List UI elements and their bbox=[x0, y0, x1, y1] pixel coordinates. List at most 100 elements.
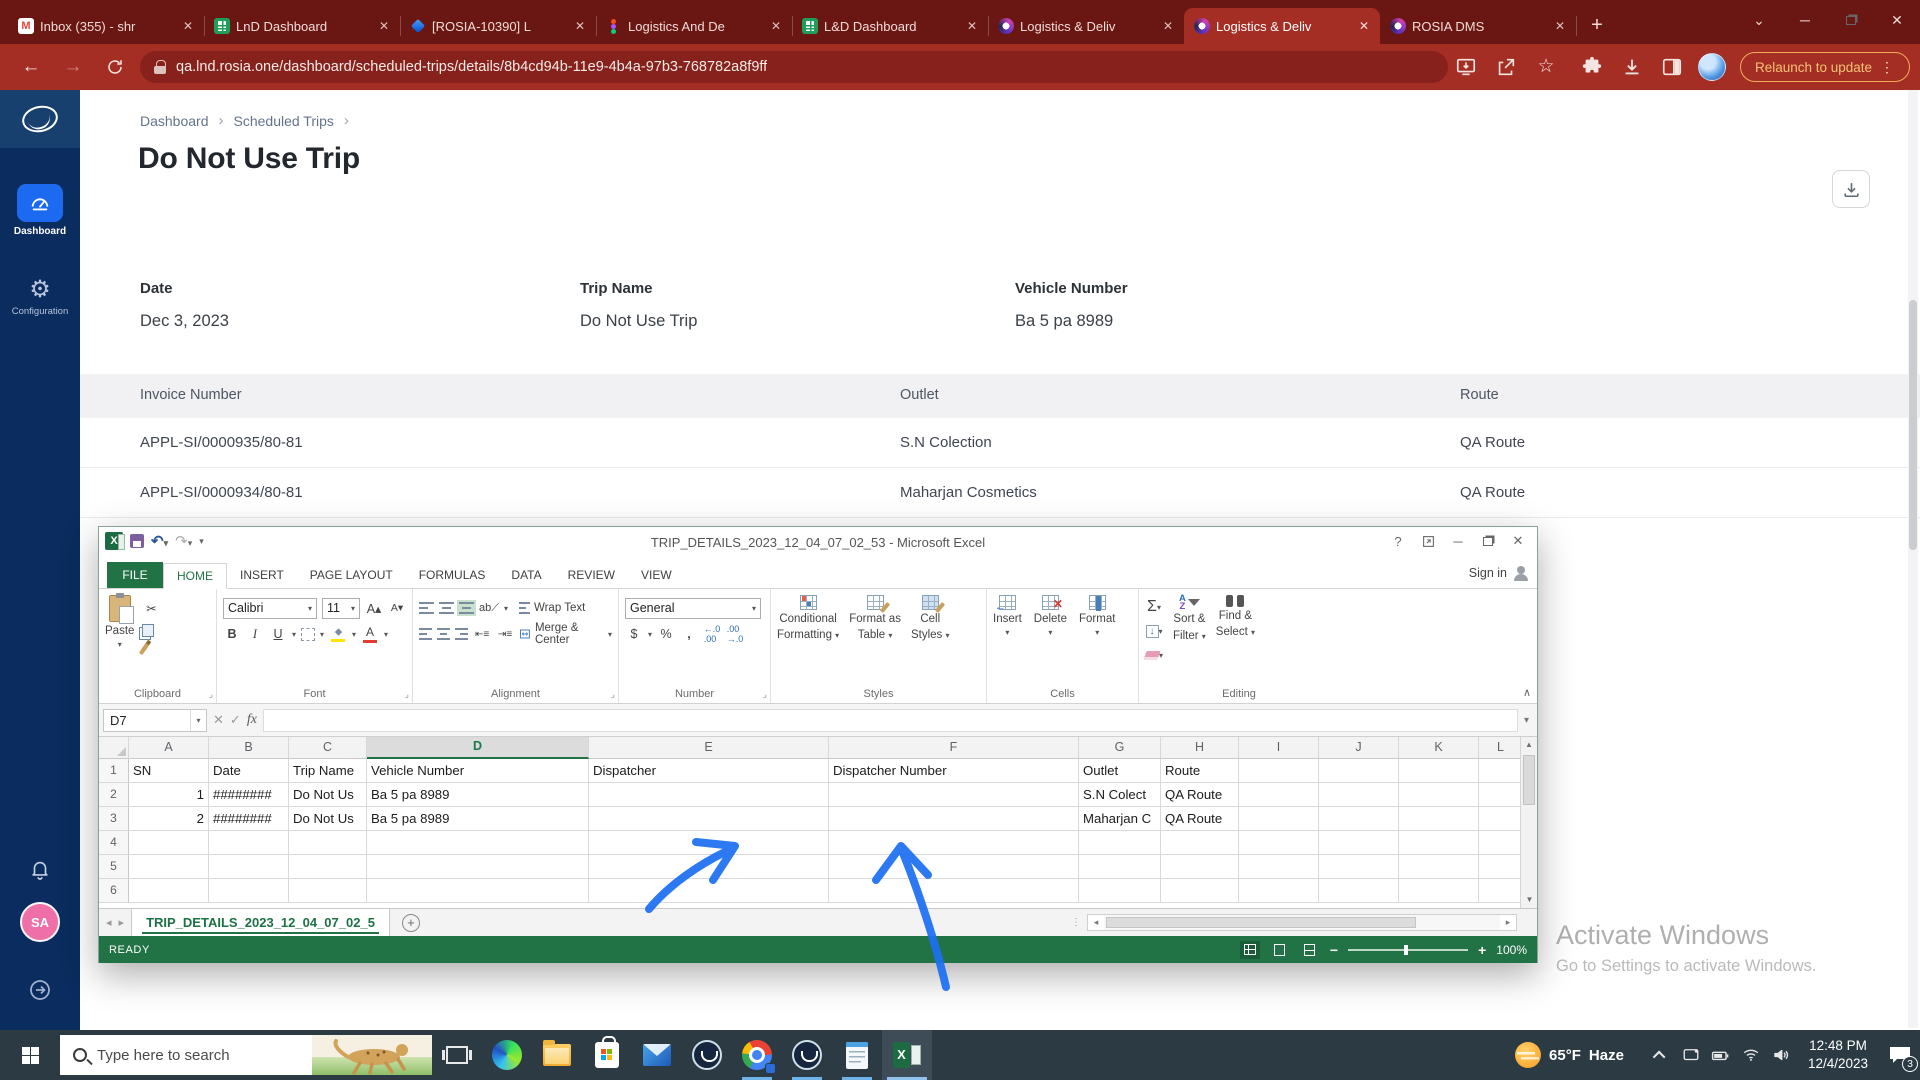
formula-input[interactable] bbox=[263, 709, 1518, 732]
increase-decimal-icon[interactable]: ←.0.00 bbox=[703, 624, 721, 644]
address-bar[interactable]: qa.lnd.rosia.one/dashboard/scheduled-tri… bbox=[140, 51, 1448, 83]
forward-button[interactable]: → bbox=[58, 52, 88, 82]
row-header[interactable]: 2 bbox=[99, 783, 129, 807]
dialog-launcher-icon[interactable]: ⌟ bbox=[611, 689, 615, 700]
sheet-row[interactable]: 6 bbox=[99, 879, 1522, 903]
select-all-corner[interactable] bbox=[99, 737, 129, 759]
orientation-icon[interactable]: ab⟋ bbox=[479, 598, 499, 618]
column-header[interactable]: L bbox=[1479, 737, 1522, 759]
table-row[interactable]: APPL-SI/0000935/80-81 S.N Colection QA R… bbox=[80, 418, 1920, 468]
download-trip-button[interactable] bbox=[1832, 170, 1870, 208]
vertical-scrollbar-thumb[interactable] bbox=[1523, 755, 1535, 805]
tray-wifi[interactable] bbox=[1736, 1030, 1766, 1080]
cancel-icon[interactable]: ✕ bbox=[213, 712, 224, 728]
zoom-level[interactable]: 100% bbox=[1496, 943, 1527, 957]
format-painter-icon[interactable] bbox=[139, 643, 149, 655]
reload-button[interactable] bbox=[100, 52, 130, 82]
dialog-launcher-icon[interactable]: ⌟ bbox=[763, 689, 767, 700]
undo-icon[interactable]: ↶▾ bbox=[151, 532, 168, 550]
scroll-up-icon[interactable]: ▲ bbox=[1521, 737, 1537, 753]
cell-styles-button[interactable]: CellStyles ▾ bbox=[911, 595, 950, 643]
column-header[interactable]: G bbox=[1079, 737, 1161, 759]
page-scrollbar[interactable] bbox=[1908, 90, 1918, 1028]
delete-cells-button[interactable]: ✕ Delete▾ bbox=[1034, 595, 1067, 638]
column-header[interactable]: J bbox=[1319, 737, 1399, 759]
bold-button[interactable]: B bbox=[223, 624, 241, 644]
comma-icon[interactable]: , bbox=[680, 624, 698, 644]
add-sheet-icon[interactable]: + bbox=[402, 914, 420, 932]
close-button[interactable]: ✕ bbox=[1874, 0, 1920, 40]
find-select-button[interactable]: Find &Select ▾ bbox=[1216, 595, 1255, 640]
decrease-font-icon[interactable]: A▾ bbox=[388, 598, 406, 618]
fullscreen-icon[interactable] bbox=[1413, 527, 1443, 555]
worksheet-grid[interactable]: A B C D E F G H I J K L 1 SNDateTrip Nam… bbox=[99, 737, 1522, 908]
sheet-nav-left-icon[interactable]: ◂ bbox=[99, 916, 119, 929]
font-family-select[interactable]: Calibri▾ bbox=[223, 598, 317, 619]
tab-jira[interactable]: [ROSIA-10390] L ✕ bbox=[400, 8, 596, 44]
tab-figma[interactable]: Logistics And De ✕ bbox=[596, 8, 792, 44]
breadcrumb-dashboard[interactable]: Dashboard bbox=[140, 113, 209, 129]
italic-button[interactable]: I bbox=[246, 624, 264, 644]
column-header[interactable]: F bbox=[829, 737, 1079, 759]
row-header[interactable]: 5 bbox=[99, 855, 129, 879]
profile-avatar[interactable] bbox=[1698, 53, 1726, 81]
taskbar-weather[interactable]: 65°F Haze bbox=[1515, 1042, 1646, 1068]
tab-file[interactable]: FILE bbox=[107, 562, 163, 588]
page-layout-view-icon[interactable] bbox=[1270, 941, 1290, 959]
autosum-icon[interactable]: Σ▾ bbox=[1145, 597, 1163, 617]
normal-view-icon[interactable] bbox=[1240, 941, 1260, 959]
tab-logistics-active[interactable]: Logistics & Deliv ✕ bbox=[1184, 8, 1380, 44]
collapse-ribbon-icon[interactable]: ∧ bbox=[1523, 686, 1531, 699]
sheet-tab[interactable]: TRIP_DETAILS_2023_12_04_07_02_5 bbox=[131, 909, 390, 936]
column-header[interactable]: I bbox=[1239, 737, 1319, 759]
taskbar-chrome[interactable] bbox=[732, 1030, 782, 1080]
scroll-left-icon[interactable]: ◂ bbox=[1088, 917, 1104, 928]
page-scrollbar-thumb[interactable] bbox=[1909, 300, 1917, 550]
side-panel-icon[interactable] bbox=[1660, 55, 1684, 79]
taskbar-mail[interactable] bbox=[632, 1030, 682, 1080]
taskbar-search[interactable] bbox=[60, 1035, 432, 1075]
tab-close-icon[interactable]: ✕ bbox=[964, 18, 980, 34]
zoom-out-icon[interactable]: − bbox=[1330, 942, 1338, 958]
column-header[interactable]: C bbox=[289, 737, 367, 759]
row-header[interactable]: 6 bbox=[99, 879, 129, 903]
tab-close-icon[interactable]: ✕ bbox=[1160, 18, 1176, 34]
dialog-launcher-icon[interactable]: ⌟ bbox=[405, 689, 409, 700]
enter-icon[interactable]: ✓ bbox=[230, 712, 241, 728]
customize-qat-icon[interactable]: ▾ bbox=[199, 536, 204, 547]
borders-icon[interactable] bbox=[301, 628, 315, 641]
column-header[interactable]: H bbox=[1161, 737, 1239, 759]
row-header[interactable]: 4 bbox=[99, 831, 129, 855]
vertical-scrollbar[interactable]: ▲ ▼ bbox=[1520, 737, 1537, 908]
taskbar-app-2[interactable] bbox=[782, 1030, 832, 1080]
tab-view[interactable]: VIEW bbox=[628, 562, 685, 588]
tab-close-icon[interactable]: ✕ bbox=[1552, 18, 1568, 34]
name-box-dropdown-icon[interactable]: ▾ bbox=[190, 710, 206, 731]
excel-restore-button[interactable] bbox=[1473, 527, 1503, 555]
copy-icon[interactable] bbox=[142, 624, 154, 637]
breadcrumb-scheduled-trips[interactable]: Scheduled Trips bbox=[234, 113, 334, 129]
sheet-row[interactable]: 5 bbox=[99, 855, 1522, 879]
tab-insert[interactable]: INSERT bbox=[227, 562, 297, 588]
increase-indent-icon[interactable]: ⇥≡ bbox=[496, 624, 514, 644]
name-box[interactable]: D7 ▾ bbox=[103, 709, 207, 732]
taskbar-excel[interactable]: X bbox=[882, 1030, 932, 1080]
tray-cast[interactable] bbox=[1676, 1030, 1706, 1080]
column-header[interactable]: B bbox=[209, 737, 289, 759]
number-format-select[interactable]: General▾ bbox=[625, 598, 761, 619]
url-text[interactable]: qa.lnd.rosia.one/dashboard/scheduled-tri… bbox=[176, 59, 767, 75]
restore-button[interactable] bbox=[1828, 0, 1874, 40]
insert-cells-button[interactable]: ← Insert▾ bbox=[993, 595, 1022, 638]
zoom-slider[interactable] bbox=[1348, 949, 1468, 951]
back-button[interactable]: ← bbox=[16, 52, 46, 82]
font-color-icon[interactable]: A bbox=[361, 624, 379, 644]
sheet-row[interactable]: 1 SNDateTrip NameVehicle NumberDispatche… bbox=[99, 759, 1522, 783]
taskbar-edge[interactable] bbox=[482, 1030, 532, 1080]
format-cells-button[interactable]: Format▾ bbox=[1079, 595, 1115, 638]
start-button[interactable] bbox=[0, 1030, 60, 1080]
format-as-table-button[interactable]: Format asTable ▾ bbox=[849, 595, 901, 643]
browser-menu-icon[interactable]: ⋮ bbox=[1880, 59, 1895, 76]
horizontal-scrollbar-thumb[interactable] bbox=[1106, 917, 1416, 928]
clear-icon[interactable]: ▾ bbox=[1145, 645, 1163, 665]
column-header[interactable]: A bbox=[129, 737, 209, 759]
